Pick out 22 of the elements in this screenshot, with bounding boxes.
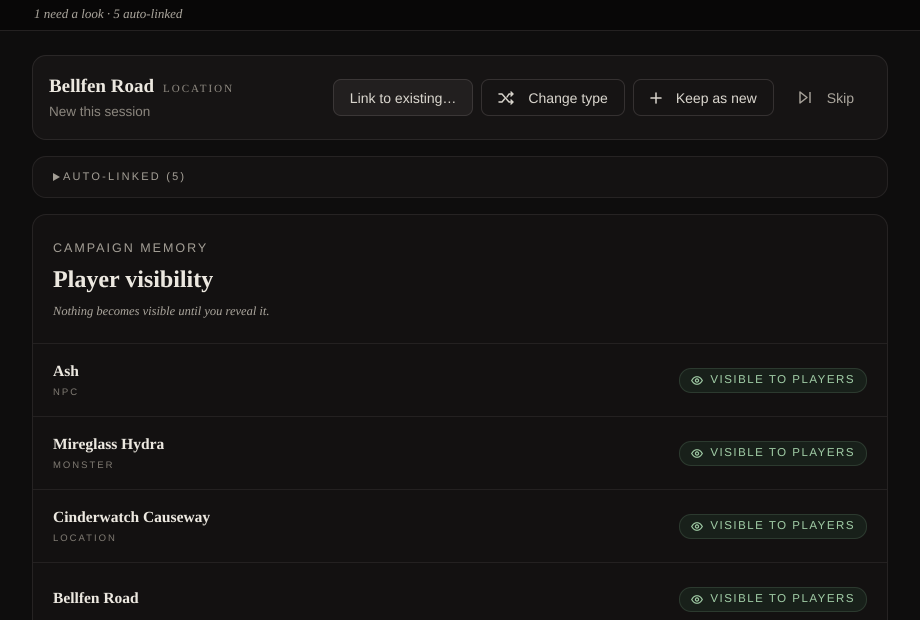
entity-type: LOCATION [53,532,118,544]
entity-type: LOCATION [163,83,234,95]
entity-type: MONSTER [53,460,116,470]
entity-name: Ash [53,362,80,380]
change-type-button[interactable]: Change type [481,79,625,116]
section-eyebrow: CAMPAIGN MEMORY [53,241,210,255]
visibility-badge[interactable]: VISIBLE TO PLAYERS [679,440,867,466]
visibility-badge[interactable]: VISIBLE TO PLAYERS [679,514,867,538]
summary-text: 1 need a look · 5 auto-linked [33,5,184,22]
section-subtitle: Nothing becomes visible until you reveal it. [53,304,271,319]
visibility-badge[interactable]: VISIBLE TO PLAYERS [679,586,867,612]
visibility-badge[interactable]: VISIBLE TO PLAYERS [679,368,867,392]
auto-linked-toggle[interactable]: AUTO-LINKED (5) [32,156,888,198]
entity-name: Bellfen Road [49,76,154,98]
entity-name: Cinderwatch Causeway [53,508,210,526]
section-title: Player visibility [53,267,214,294]
entity-type: NPC [53,386,80,398]
entity-name: Bellfen Road [53,590,139,608]
link-existing-button[interactable]: Link to existing… [332,79,474,116]
entity-name: Mireglass Hydra [53,436,164,454]
keep-new-button[interactable]: Keep as new [632,79,774,116]
entity-note: New this session [49,104,152,119]
